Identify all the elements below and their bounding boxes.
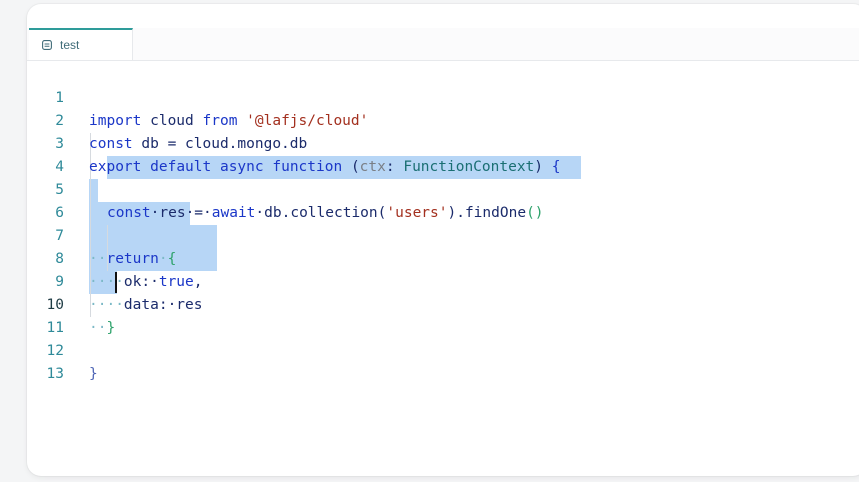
tab-label: test: [60, 38, 80, 52]
file-code-icon: [42, 40, 52, 50]
code-line: 9 ····data:·res: [27, 248, 859, 313]
code-line: 2 const db = cloud.mongo.db: [27, 87, 859, 152]
code-line: 5 const·res·=·await·db.collection('users…: [27, 156, 859, 221]
editor-window: test 1 import cloud from '@lafjs/cloud' …: [27, 4, 859, 476]
code-line: 8 ····ok:·true,: [27, 225, 859, 290]
code-text: }: [89, 366, 98, 382]
code-editor[interactable]: 1 import cloud from '@lafjs/cloud' 2 con…: [27, 64, 859, 476]
code-line: 4: [27, 133, 859, 175]
line-number: 13: [46, 366, 64, 382]
text-cursor: [115, 272, 117, 293]
code-line: 3 export default async function (ctx: Fu…: [27, 110, 859, 175]
code-line: 11: [27, 294, 859, 336]
code-line: 1 import cloud from '@lafjs/cloud': [27, 64, 859, 129]
code-line: 13: [27, 340, 859, 382]
tab-bar: test: [27, 28, 859, 61]
code-line-active: 10 ··}: [27, 271, 859, 336]
code-line: 6: [27, 179, 859, 221]
code-line: 12 }: [27, 317, 859, 382]
tab-test[interactable]: test: [29, 28, 133, 60]
code-line: 7 ··return·{: [27, 202, 859, 267]
